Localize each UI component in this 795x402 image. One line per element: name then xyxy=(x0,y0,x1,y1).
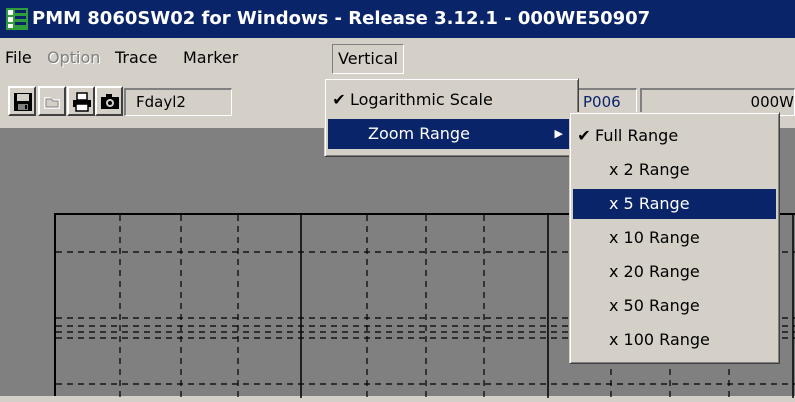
menu-trace[interactable]: Trace xyxy=(110,46,162,70)
menu-item-label: Full Range xyxy=(595,126,679,145)
submenu-arrow-icon: ▶ xyxy=(554,127,563,140)
menu-item-x20-range[interactable]: x 20 Range xyxy=(573,257,776,287)
checkmark-icon: ✔ xyxy=(577,126,591,145)
menu-item-x100-range[interactable]: x 100 Range xyxy=(573,325,776,355)
probe-value: P006 xyxy=(583,93,621,111)
vertical-menu: ✔ Logarithmic Scale Zoom Range ▶ xyxy=(324,78,579,157)
menu-option[interactable]: Option xyxy=(42,46,105,70)
menu-file[interactable]: File xyxy=(0,46,37,70)
camera-button[interactable] xyxy=(95,86,123,116)
title-bar: PMM 8060SW02 for Windows - Release 3.12.… xyxy=(0,0,795,38)
floppy-disk-icon xyxy=(14,93,32,111)
menu-bar: File Option Trace Marker Vertical xyxy=(0,38,795,78)
menu-item-label: x 10 Range xyxy=(609,228,700,247)
serial-value: 000W xyxy=(750,93,794,111)
trace-name-value: Fdayl2 xyxy=(136,93,186,111)
camera-icon xyxy=(101,94,119,109)
menu-item-x2-range[interactable]: x 2 Range xyxy=(573,155,776,185)
printer-icon xyxy=(73,92,91,112)
menu-item-label: Logarithmic Scale xyxy=(350,90,493,109)
window-title: PMM 8060SW02 for Windows - Release 3.12.… xyxy=(32,8,651,29)
app-icon xyxy=(6,8,28,30)
menu-item-label: x 20 Range xyxy=(609,262,700,281)
menu-marker[interactable]: Marker xyxy=(178,46,243,70)
menu-item-x10-range[interactable]: x 10 Range xyxy=(573,223,776,253)
menu-item-label: x 5 Range xyxy=(609,194,690,213)
menu-item-x5-range[interactable]: x 5 Range xyxy=(573,189,776,219)
menu-item-label: Zoom Range xyxy=(368,124,470,143)
menu-item-label: x 100 Range xyxy=(609,330,710,349)
menu-item-label: x 50 Range xyxy=(609,296,700,315)
menu-item-full-range[interactable]: ✔ Full Range xyxy=(573,121,776,151)
menu-item-logarithmic-scale[interactable]: ✔ Logarithmic Scale xyxy=(328,85,575,115)
open-folder-icon xyxy=(44,97,60,109)
menu-vertical[interactable]: Vertical xyxy=(332,44,404,74)
menu-item-zoom-range[interactable]: Zoom Range ▶ xyxy=(328,119,575,149)
save-button[interactable] xyxy=(8,86,36,116)
zoom-range-submenu: ✔ Full Range x 2 Range x 5 Range x 10 Ra… xyxy=(569,112,780,364)
trace-name-field: Fdayl2 xyxy=(124,88,232,116)
open-button[interactable] xyxy=(38,86,66,116)
print-button[interactable] xyxy=(67,86,95,116)
menu-item-label: x 2 Range xyxy=(609,160,690,179)
menu-item-x50-range[interactable]: x 50 Range xyxy=(573,291,776,321)
checkmark-icon: ✔ xyxy=(332,90,346,109)
